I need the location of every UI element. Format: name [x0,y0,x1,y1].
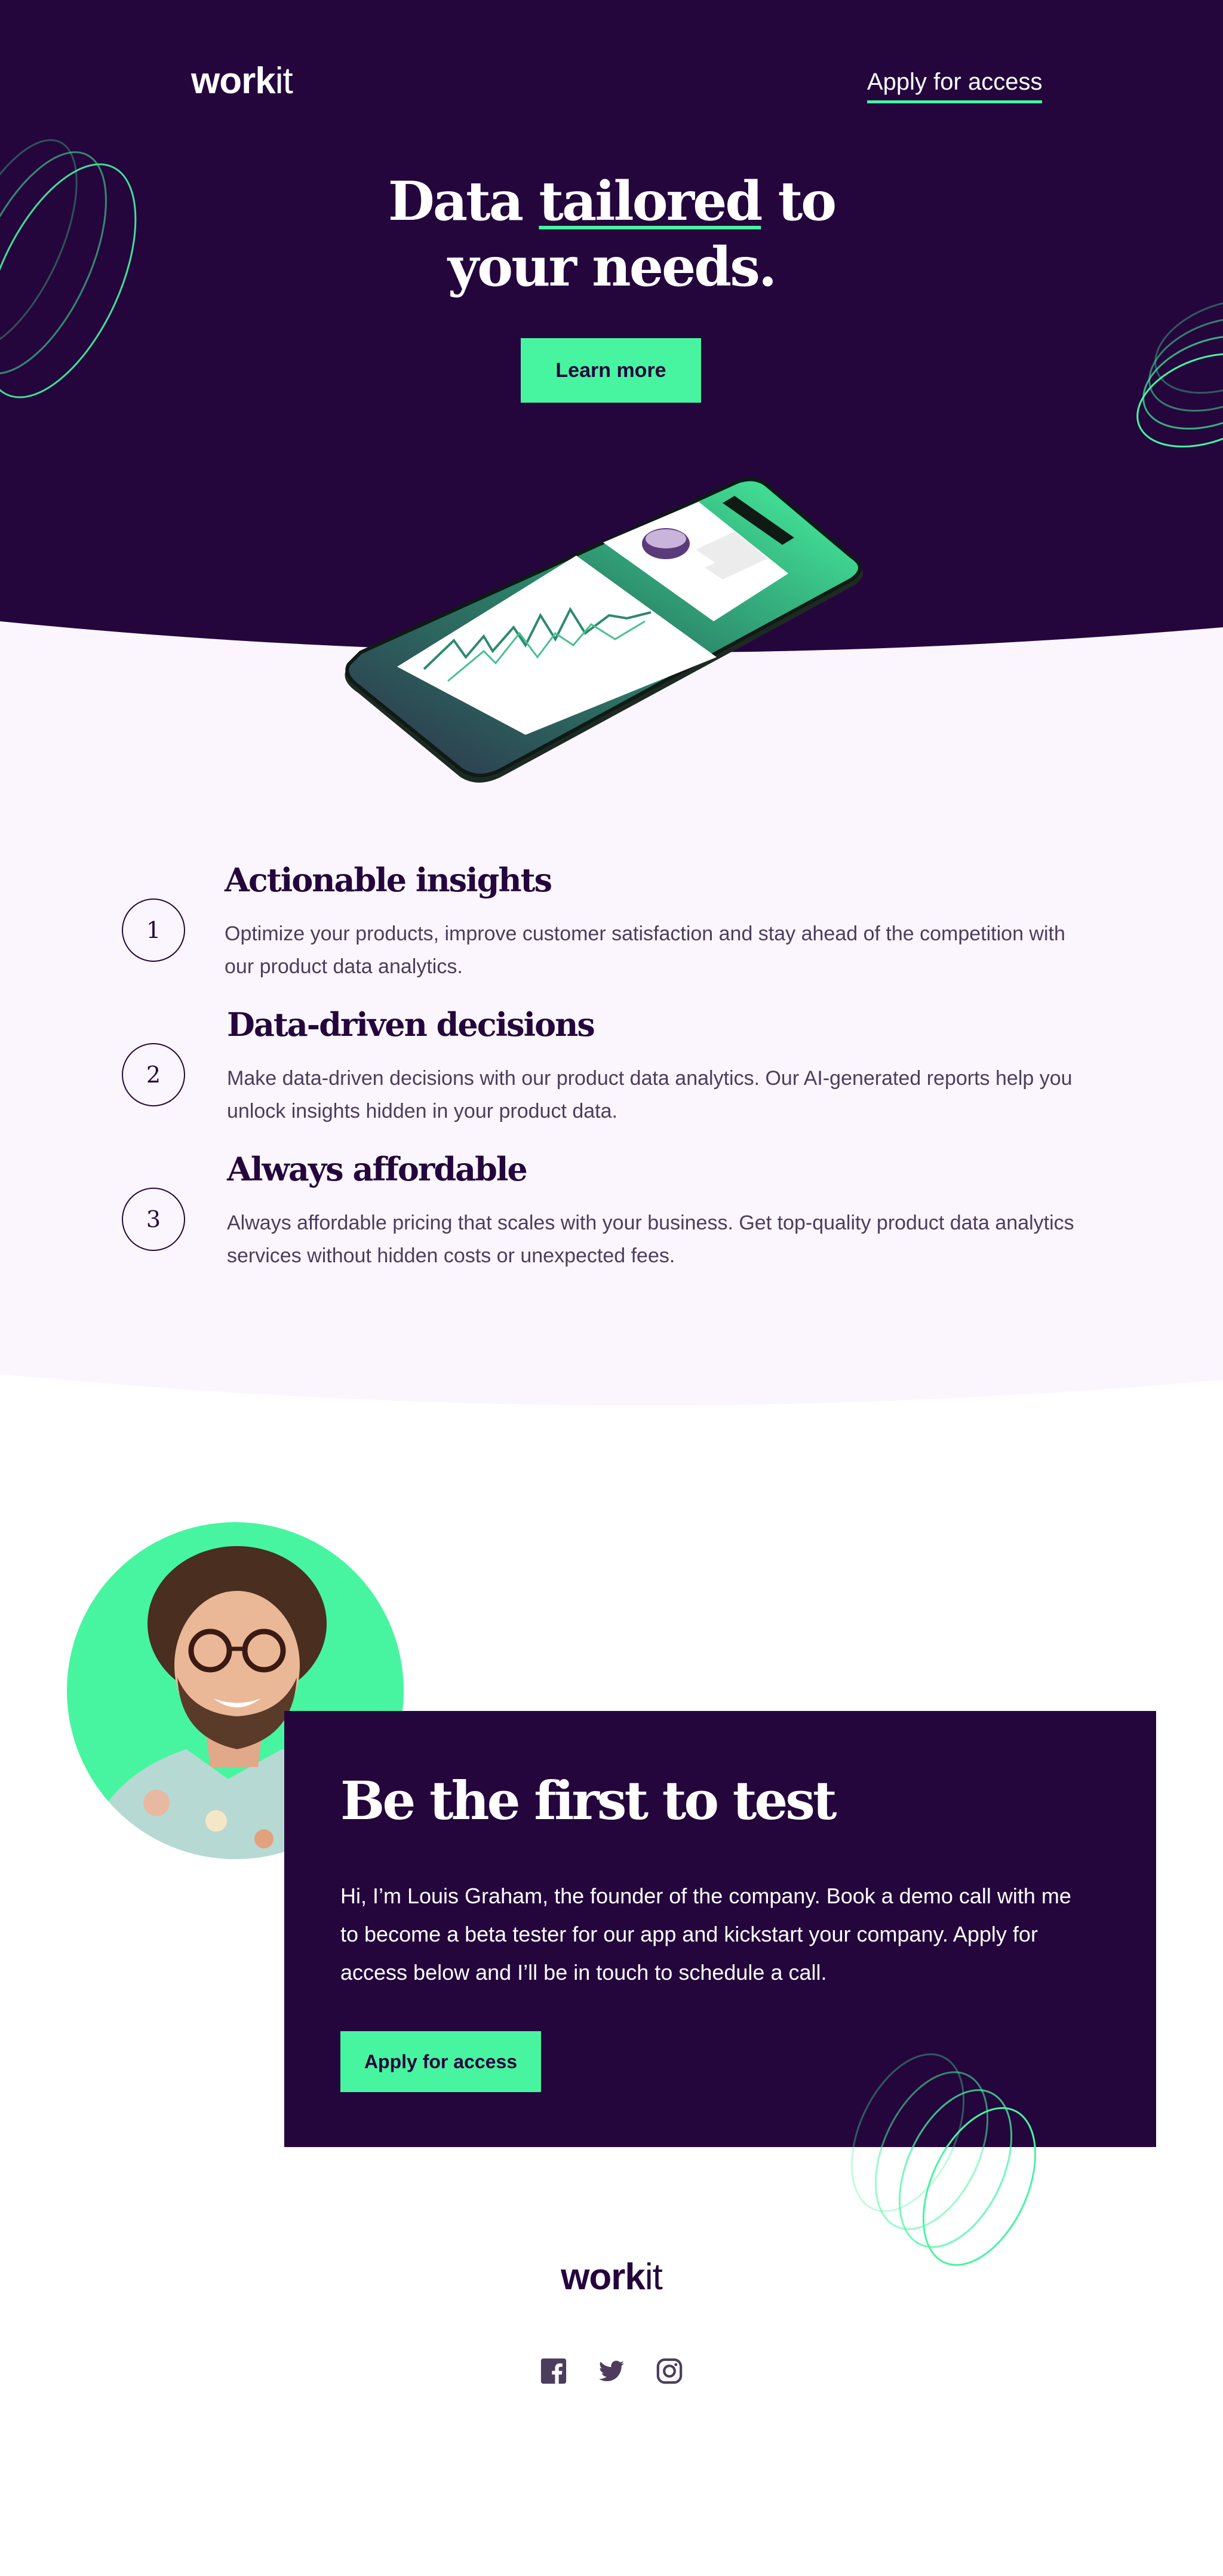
card-title: Be the first to test [340,1770,837,1832]
feature-title: Always affordable [227,1150,528,1188]
social-links [540,2357,683,2386]
feature-number-badge: 2 [122,1043,185,1106]
footer-logo[interactable]: workit [0,2256,1223,2299]
decorative-rings-right [1136,299,1223,448]
logo[interactable]: workit [191,60,293,103]
feature-title: Data-driven decisions [227,1005,595,1044]
feature-description: Optimize your products, improve customer… [225,922,1065,978]
phone-illustration [345,478,863,783]
twitter-icon[interactable] [598,2357,625,2385]
card-description: Hi, I’m Louis Graham, the founder of the… [340,1884,1071,1985]
apply-for-access-button[interactable]: Apply for access [340,2031,541,2092]
hero-title: Data tailored to your needs. [388,170,837,299]
learn-more-button[interactable]: Learn more [521,338,701,403]
feature-number-badge: 3 [122,1188,185,1251]
apply-for-access-link[interactable]: Apply for access [867,67,1043,103]
feature-description: Always affordable pricing that scales wi… [227,1212,1074,1267]
feature-number-badge: 1 [122,898,185,962]
feature-title: Actionable insights [225,861,552,899]
facebook-icon[interactable] [540,2357,567,2385]
decorative-rings-bottom [850,2053,1037,2266]
instagram-icon[interactable] [656,2357,683,2385]
feature-description: Make data-driven decisions with our prod… [227,1067,1073,1123]
